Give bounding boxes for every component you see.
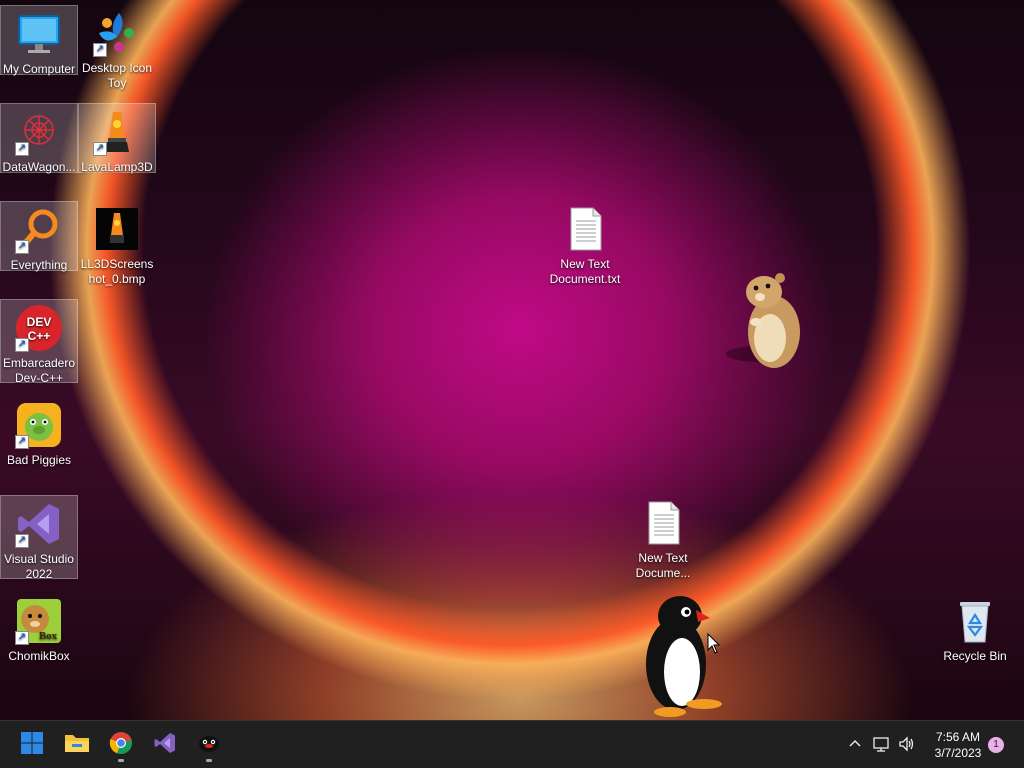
taskbar: 7:56 AM 3/7/2023 1 [0, 720, 1024, 768]
volume-icon[interactable] [896, 733, 918, 755]
magnifier-icon: ↗ [15, 206, 63, 254]
penguin-icon [197, 731, 221, 760]
shortcut-arrow-icon: ↗ [93, 43, 107, 57]
clock-date: 3/7/2023 [934, 746, 982, 760]
desktop-icon-new-text-document-1[interactable]: New Text Document.txt [546, 201, 624, 286]
shortcut-arrow-icon: ↗ [15, 534, 29, 548]
desktop-icon-lavalamp3d[interactable]: ↗ LavaLamp3D [78, 103, 156, 174]
desktop-icon-chomikbox[interactable]: Box ↗ ChomikBox [0, 593, 78, 663]
devcpp-icon-text-2: C++ [28, 329, 51, 343]
desktop-icon-label: Visual Studio 2022 [4, 552, 74, 581]
chomikbox-icon-text: Box [39, 630, 58, 642]
shortcut-arrow-icon: ↗ [15, 142, 29, 156]
taskbar-chrome[interactable] [103, 727, 139, 763]
desktop-icon-label: New Text Document.txt [549, 257, 621, 286]
network-icon[interactable] [871, 733, 893, 755]
desktop-icon-new-text-document-2[interactable]: New Text Docume... [624, 495, 702, 580]
text-file-icon [639, 499, 687, 547]
desktop-icon-label: ChomikBox [8, 649, 70, 663]
desktop-icon-ll3d-screenshot[interactable]: LL3DScreenshot_0.bmp [78, 201, 156, 286]
desktop-icon-label: LavaLamp3D [81, 160, 153, 174]
taskbar-visual-studio[interactable] [147, 727, 183, 763]
visual-studio-icon: ↗ [15, 500, 63, 548]
desktop-icon-label: Bad Piggies [6, 453, 72, 467]
penguin-desktop-pet[interactable] [640, 594, 726, 720]
monitor-icon [15, 10, 63, 58]
recycle-bin-icon [951, 597, 999, 645]
desktop-icon-toy-icon: ↗ [93, 9, 141, 57]
show-hidden-icons-chevron-icon[interactable] [844, 733, 866, 755]
clock-time: 7:56 AM [935, 730, 981, 744]
text-file-icon [561, 205, 609, 253]
devcpp-icon-text-1: DEV [27, 315, 52, 329]
notification-badge[interactable]: 1 [988, 737, 1004, 753]
folder-icon [64, 732, 90, 759]
chomikbox-icon: Box ↗ [15, 597, 63, 645]
taskbar-penguin-app[interactable] [191, 727, 227, 763]
desktop-icon-label: New Text Docume... [635, 551, 691, 580]
running-indicator [206, 759, 212, 762]
shortcut-arrow-icon: ↗ [15, 435, 29, 449]
desktop-icon-recycle-bin[interactable]: Recycle Bin [936, 593, 1014, 663]
desktop-icon-label: Recycle Bin [943, 649, 1007, 663]
desktop-icon-label: DataWagon... [2, 160, 76, 174]
shortcut-arrow-icon: ↗ [93, 142, 107, 156]
desktop-icon-label: LL3DScreenshot_0.bmp [80, 257, 154, 286]
taskbar-file-explorer[interactable] [59, 727, 95, 763]
desktop-icon-label: Embarcadero Dev-C++ [2, 356, 76, 385]
devcpp-icon: DEV C++ ↗ [15, 304, 63, 352]
datawagon-icon: ↗ [15, 108, 63, 156]
shortcut-arrow-icon: ↗ [15, 338, 29, 352]
hamster-desktop-pet[interactable] [722, 266, 812, 376]
bitmap-thumbnail-icon [93, 205, 141, 253]
shortcut-arrow-icon: ↗ [15, 631, 29, 645]
running-indicator [118, 759, 124, 762]
desktop-icon-label: Everything [10, 258, 68, 272]
chrome-icon [109, 731, 133, 760]
desktop-icon-embarcadero-devcpp[interactable]: DEV C++ ↗ Embarcadero Dev-C++ [0, 299, 78, 385]
start-button[interactable] [14, 727, 50, 763]
desktop-icon-label: Desktop Icon Toy [81, 61, 153, 90]
desktop[interactable]: My Computer ↗ Desktop Icon Toy ↗ DataWag… [0, 0, 1024, 720]
bad-piggies-icon: ↗ [15, 401, 63, 449]
desktop-icon-label: My Computer [2, 62, 76, 76]
desktop-icon-datawagon[interactable]: ↗ DataWagon... [0, 103, 78, 174]
shortcut-arrow-icon: ↗ [15, 240, 29, 254]
desktop-icon-everything[interactable]: ↗ Everything [0, 201, 78, 272]
taskbar-clock[interactable]: 7:56 AM 3/7/2023 [926, 729, 990, 761]
desktop-icon-bad-piggies[interactable]: ↗ Bad Piggies [0, 397, 78, 467]
windows-start-icon [20, 731, 44, 760]
visual-studio-icon [153, 731, 177, 760]
desktop-icon-desktop-icon-toy[interactable]: ↗ Desktop Icon Toy [78, 5, 156, 90]
lava-lamp-icon: ↗ [93, 108, 141, 156]
desktop-icon-my-computer[interactable]: My Computer [0, 5, 78, 76]
desktop-icon-visual-studio[interactable]: ↗ Visual Studio 2022 [0, 495, 78, 581]
